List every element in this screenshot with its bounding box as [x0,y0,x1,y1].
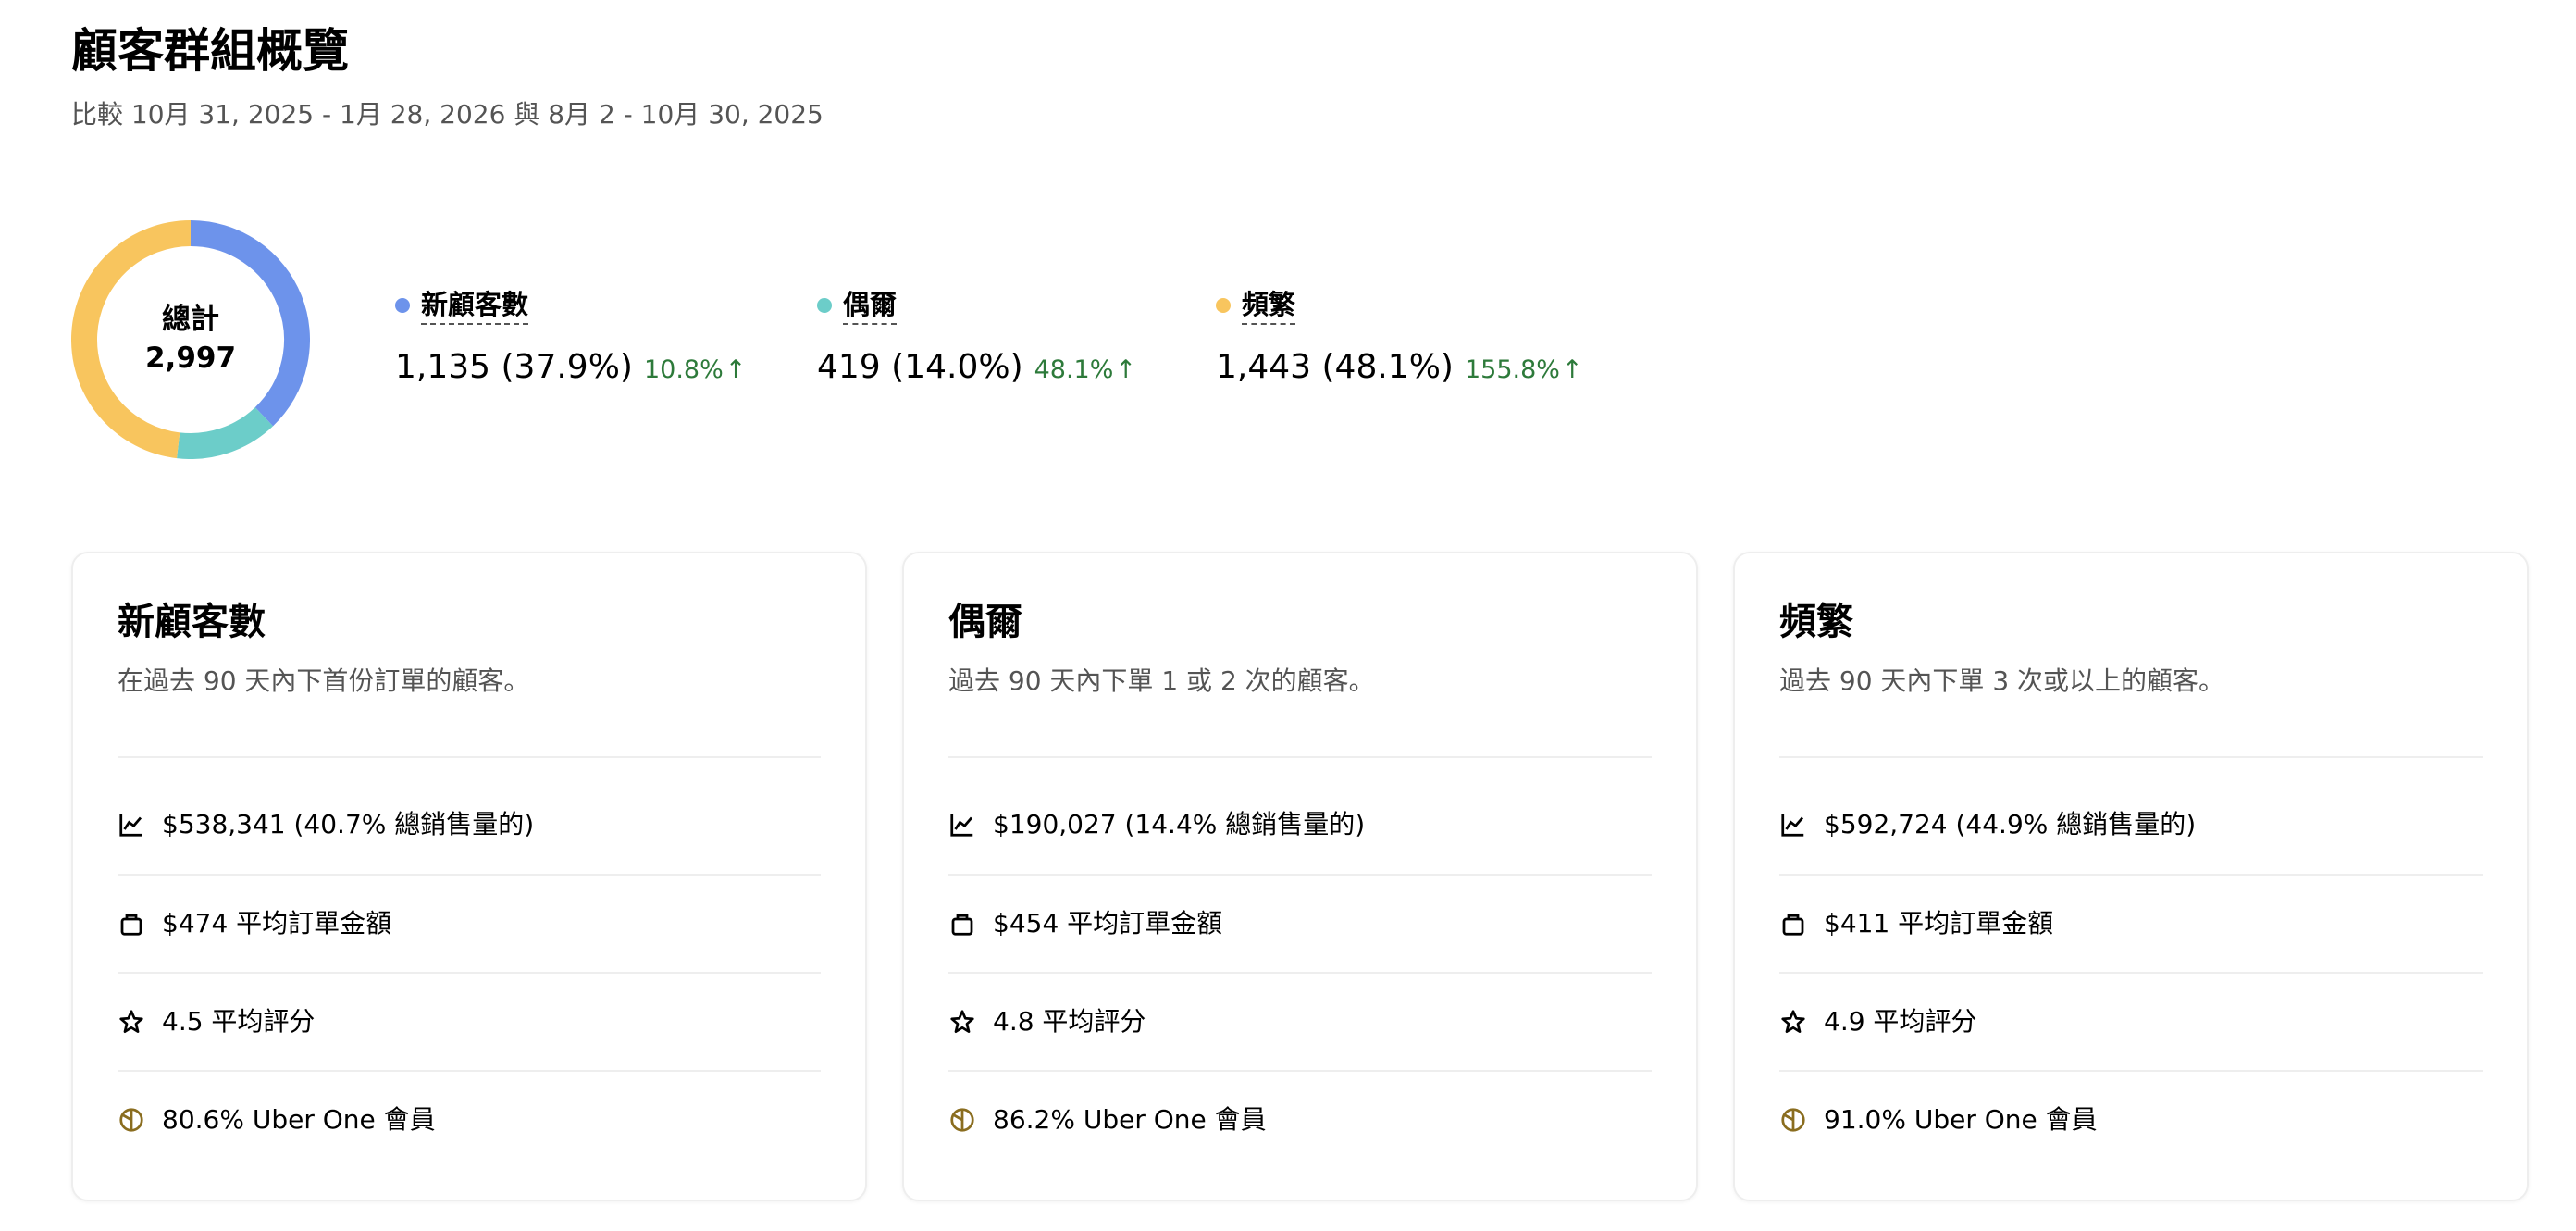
bag-icon [951,914,973,936]
metric-sales-text: $190,027 (14.4% 總銷售量的) [993,809,1366,839]
legend-value-new: 1,135 (37.9%) [395,348,633,386]
metric-rating-text: 4.8 平均評分 [993,1006,1146,1037]
legend-item-occasional[interactable]: 偶爾 419 (14.0%) 48.1% ↑ [817,285,1136,391]
arrow-up-icon: ↑ [724,355,747,384]
metric-uber-one-text: 91.0% Uber One 會員 [1824,1104,2098,1135]
uber-one-icon [950,1108,974,1132]
metric-uber-one: 80.6% Uber One 會員 [118,1097,436,1143]
card-title: 偶爾 [948,601,1022,643]
metric-uber-one-text: 80.6% Uber One 會員 [162,1104,436,1135]
bag-icon [1782,914,1804,936]
card-divider [118,1070,821,1072]
card-divider [118,874,821,876]
metric-avg-order: $474 平均訂單金額 [118,901,391,947]
card-divider [1779,874,2483,876]
metric-uber-one-text: 86.2% Uber One 會員 [993,1104,1267,1135]
legend-value-occasional: 419 (14.0%) [817,348,1023,386]
metric-uber-one: 91.0% Uber One 會員 [1779,1097,2098,1143]
legend-item-frequent[interactable]: 頻繁 1,443 (48.1%) 155.8% ↑ [1216,285,1583,391]
legend-item-new-customers[interactable]: 新顧客數 1,135 (37.9%) 10.8% ↑ [395,285,746,391]
card-divider [1779,756,2483,758]
metric-sales-text: $538,341 (40.7% 總銷售量的) [162,809,535,839]
legend-name-occasional[interactable]: 偶爾 [843,286,898,325]
metric-avg-order: $454 平均訂單金額 [948,901,1222,947]
total-label: 總計 [162,303,219,336]
metric-sales: $190,027 (14.4% 總銷售量的) [948,802,1365,848]
uber-one-icon [119,1108,143,1132]
star-icon [1781,1010,1805,1033]
metric-rating: 4.9 平均評分 [1779,999,1976,1045]
page-title: 顧客群組概覽 [71,24,349,78]
card-divider [1779,972,2483,974]
card-description: 過去 90 天內下單 1 或 2 次的顧客。 [948,665,1375,696]
card-divider [118,756,821,758]
legend-dot-occasional [817,298,832,313]
metric-avg-order: $411 平均訂單金額 [1779,901,2053,947]
metric-rating-text: 4.9 平均評分 [1824,1006,1977,1037]
legend-name-new[interactable]: 新顧客數 [421,286,529,325]
arrow-up-icon: ↑ [1561,355,1583,384]
metric-avg-order-text: $454 平均訂單金額 [993,908,1223,939]
legend-change-occasional: 48.1% [1034,355,1114,384]
line-chart-icon [950,814,973,837]
arrow-up-icon: ↑ [1115,355,1137,384]
metric-rating-text: 4.5 平均評分 [162,1006,316,1037]
line-chart-icon [1781,814,1804,837]
segments-donut-chart: 總計 2,997 [71,220,310,459]
card-divider [118,972,821,974]
card-divider [948,756,1652,758]
card-title: 頻繁 [1779,601,1853,643]
legend-dot-frequent [1216,298,1231,313]
legend-change-new: 10.8% [643,355,724,384]
legend-change-frequent: 155.8% [1464,355,1560,384]
card-title: 新顧客數 [118,601,266,643]
legend-value-frequent: 1,443 (48.1%) [1216,348,1454,386]
total-value: 2,997 [144,342,237,375]
metric-rating: 4.5 平均評分 [118,999,315,1045]
metric-avg-order-text: $411 平均訂單金額 [1824,908,2054,939]
legend-dot-new [395,298,410,313]
metric-rating: 4.8 平均評分 [948,999,1146,1045]
metric-uber-one: 86.2% Uber One 會員 [948,1097,1267,1143]
card-description: 過去 90 天內下單 3 次或以上的顧客。 [1779,665,2225,696]
card-divider [948,874,1652,876]
metric-sales: $592,724 (44.9% 總銷售量的) [1779,802,2196,848]
donut-segment-occasional [177,406,274,459]
line-chart-icon [119,814,142,837]
bag-icon [120,914,142,936]
customer-segments-page: 顧客群組概覽 比較 10月 31, 2025 - 1月 28, 2026 與 8… [71,0,2533,1231]
card-divider [948,972,1652,974]
card-description: 在過去 90 天內下首份訂單的顧客。 [118,665,530,696]
metric-sales: $538,341 (40.7% 總銷售量的) [118,802,534,848]
star-icon [950,1010,974,1033]
date-comparison-subtitle: 比較 10月 31, 2025 - 1月 28, 2026 與 8月 2 - 1… [71,99,824,130]
uber-one-icon [1781,1108,1805,1132]
card-divider [948,1070,1652,1072]
donut-center-label: 總計 2,997 [71,300,310,378]
metric-avg-order-text: $474 平均訂單金額 [162,908,392,939]
star-icon [119,1010,143,1033]
metric-sales-text: $592,724 (44.9% 總銷售量的) [1824,809,2197,839]
legend-name-frequent[interactable]: 頻繁 [1242,286,1296,325]
card-divider [1779,1070,2483,1072]
